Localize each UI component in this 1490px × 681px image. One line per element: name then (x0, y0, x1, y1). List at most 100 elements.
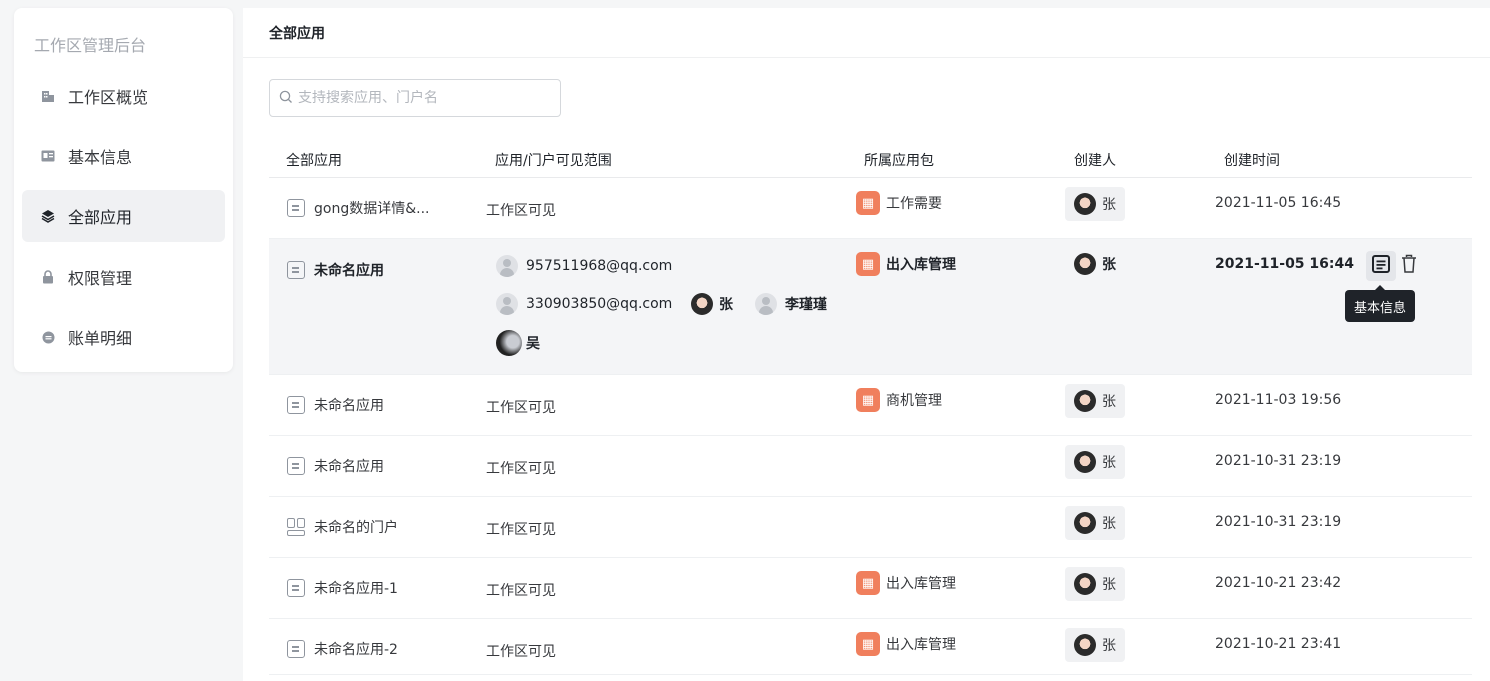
created-time: 2021-10-31 23:19 (1215, 514, 1342, 530)
avatar (496, 293, 518, 315)
coin-icon (40, 329, 56, 345)
sidebar-item-label: 权限管理 (68, 269, 133, 288)
document-icon (287, 396, 305, 414)
sidebar-item-label: 全部应用 (68, 208, 133, 227)
avatar (755, 293, 777, 315)
document-detail-icon (1371, 254, 1391, 278)
creator-name: 张 (1102, 516, 1116, 532)
app-name-cell: 未命名应用-1 (287, 578, 398, 598)
member-name: 吴 (526, 336, 540, 352)
avatar (496, 255, 518, 277)
document-icon (287, 199, 305, 217)
document-icon (287, 457, 305, 475)
sidebar-item-label: 账单明细 (68, 329, 133, 348)
app-name[interactable]: 未命名应用-1 (314, 578, 398, 598)
package-cell: ▦ 出入库管理 (856, 571, 956, 595)
scope-text: 工作区可见 (486, 461, 556, 477)
sidebar-title: 工作区管理后台 (34, 36, 147, 55)
sidebar-item-all-apps[interactable]: 全部应用 (22, 190, 225, 242)
app-name[interactable]: 未命名应用-2 (314, 639, 398, 659)
table-row[interactable]: 未命名应用-1 工作区可见 ▦ 出入库管理 张 2021-10-21 23:42 (269, 558, 1472, 619)
created-time: 2021-10-21 23:41 (1215, 636, 1342, 652)
member-item: 李瑾瑾 (755, 293, 827, 315)
table-row[interactable]: 未命名应用 957511968@qq.com 330903850@qq.com … (269, 239, 1472, 375)
app-name-cell: 未命名应用 (287, 260, 384, 280)
column-header: 所属应用包 (864, 153, 934, 169)
search-box[interactable] (269, 79, 561, 117)
id-card-icon (40, 148, 56, 164)
search-input[interactable] (298, 90, 548, 106)
member-name: 957511968@qq.com (526, 258, 673, 274)
main-panel: 全部应用 全部应用 应用/门户可见范围 所属应用包 创建人 创建时间 gong数… (243, 8, 1490, 681)
column-header: 应用/门户可见范围 (495, 153, 612, 169)
app-name[interactable]: 未命名应用 (314, 456, 384, 476)
sidebar-item-permissions[interactable]: 权限管理 (22, 251, 225, 303)
creator-name: 张 (1102, 638, 1116, 654)
table-row[interactable]: gong数据详情&... 工作区可见 ▦ 工作需要 张 2021-11-05 1… (269, 178, 1472, 239)
package-cell: ▦ 工作需要 (856, 191, 942, 215)
column-header: 全部应用 (286, 153, 342, 169)
document-icon (287, 579, 305, 597)
page-title: 全部应用 (243, 8, 1490, 58)
avatar (1074, 634, 1096, 656)
table-row[interactable]: 未命名应用 工作区可见 ▦ 商机管理 张 2021-11-03 19:56 (269, 375, 1472, 436)
creator-name: 张 (1102, 197, 1116, 213)
scope-text: 工作区可见 (486, 522, 556, 538)
table-row[interactable]: 未命名应用-2 工作区可见 ▦ 出入库管理 张 2021-10-21 23:41 (269, 619, 1472, 675)
app-name[interactable]: 未命名应用 (314, 260, 384, 280)
package-building-icon: ▦ (856, 191, 880, 215)
delete-button[interactable] (1398, 252, 1420, 280)
layers-icon (40, 208, 56, 224)
avatar (496, 330, 522, 356)
package-name: 出入库管理 (886, 637, 956, 653)
avatar (1074, 253, 1096, 275)
package-cell: ▦ 出入库管理 (856, 632, 956, 656)
app-name-cell: gong数据详情&... (287, 198, 429, 218)
package-cell: ▦ 出入库管理 (856, 252, 956, 276)
created-time: 2021-10-21 23:42 (1215, 575, 1342, 591)
package-building-icon: ▦ (856, 388, 880, 412)
package-name: 出入库管理 (886, 576, 956, 592)
table-row[interactable]: 未命名的门户 工作区可见 张 2021-10-31 23:19 (269, 497, 1472, 558)
created-time: 2021-10-31 23:19 (1215, 453, 1342, 469)
creator-badge: 张 (1065, 628, 1125, 662)
app-name-cell: 未命名应用-2 (287, 639, 398, 659)
sidebar-item-label: 工作区概览 (68, 88, 149, 107)
sidebar-item-billing[interactable]: 账单明细 (22, 311, 225, 363)
app-name-cell: 未命名的门户 (287, 517, 398, 537)
trash-icon (1401, 254, 1417, 278)
sidebar-item-basic-info[interactable]: 基本信息 (22, 130, 225, 182)
app-name[interactable]: 未命名应用 (314, 395, 384, 415)
search-icon (279, 89, 293, 108)
sidebar-item-label: 基本信息 (68, 148, 133, 167)
creator-badge: 张 (1065, 506, 1125, 540)
scope-text: 工作区可见 (486, 400, 556, 416)
avatar (1074, 193, 1096, 215)
creator-name: 张 (1102, 455, 1116, 471)
member-item: 330903850@qq.com (496, 293, 672, 315)
package-name: 工作需要 (886, 196, 942, 212)
member-item: 957511968@qq.com (496, 255, 672, 277)
creator-badge: 张 (1065, 384, 1125, 418)
creator-name: 张 (1102, 394, 1116, 410)
avatar (1074, 451, 1096, 473)
creator-badge: 张 (1065, 445, 1125, 479)
basic-info-button[interactable] (1366, 251, 1396, 281)
creator-badge: 张 (1065, 567, 1125, 601)
app-name-cell: 未命名应用 (287, 395, 384, 415)
table-row[interactable]: 未命名应用 工作区可见 张 2021-10-31 23:19 (269, 436, 1472, 497)
creator-badge: 张 (1074, 253, 1116, 275)
document-icon (287, 261, 305, 279)
created-time: 2021-11-03 19:56 (1215, 392, 1342, 408)
avatar (691, 293, 713, 315)
column-header: 创建时间 (1224, 153, 1280, 169)
avatar (1074, 573, 1096, 595)
lock-icon (40, 269, 56, 285)
app-name[interactable]: 未命名的门户 (314, 517, 398, 537)
table-header: 全部应用 应用/门户可见范围 所属应用包 创建人 创建时间 (269, 138, 1472, 178)
app-name-cell: 未命名应用 (287, 456, 384, 476)
app-name[interactable]: gong数据详情&... (314, 198, 429, 218)
package-cell: ▦ 商机管理 (856, 388, 942, 412)
created-time: 2021-11-05 16:45 (1215, 195, 1342, 211)
sidebar-item-overview[interactable]: 工作区概览 (22, 70, 225, 122)
